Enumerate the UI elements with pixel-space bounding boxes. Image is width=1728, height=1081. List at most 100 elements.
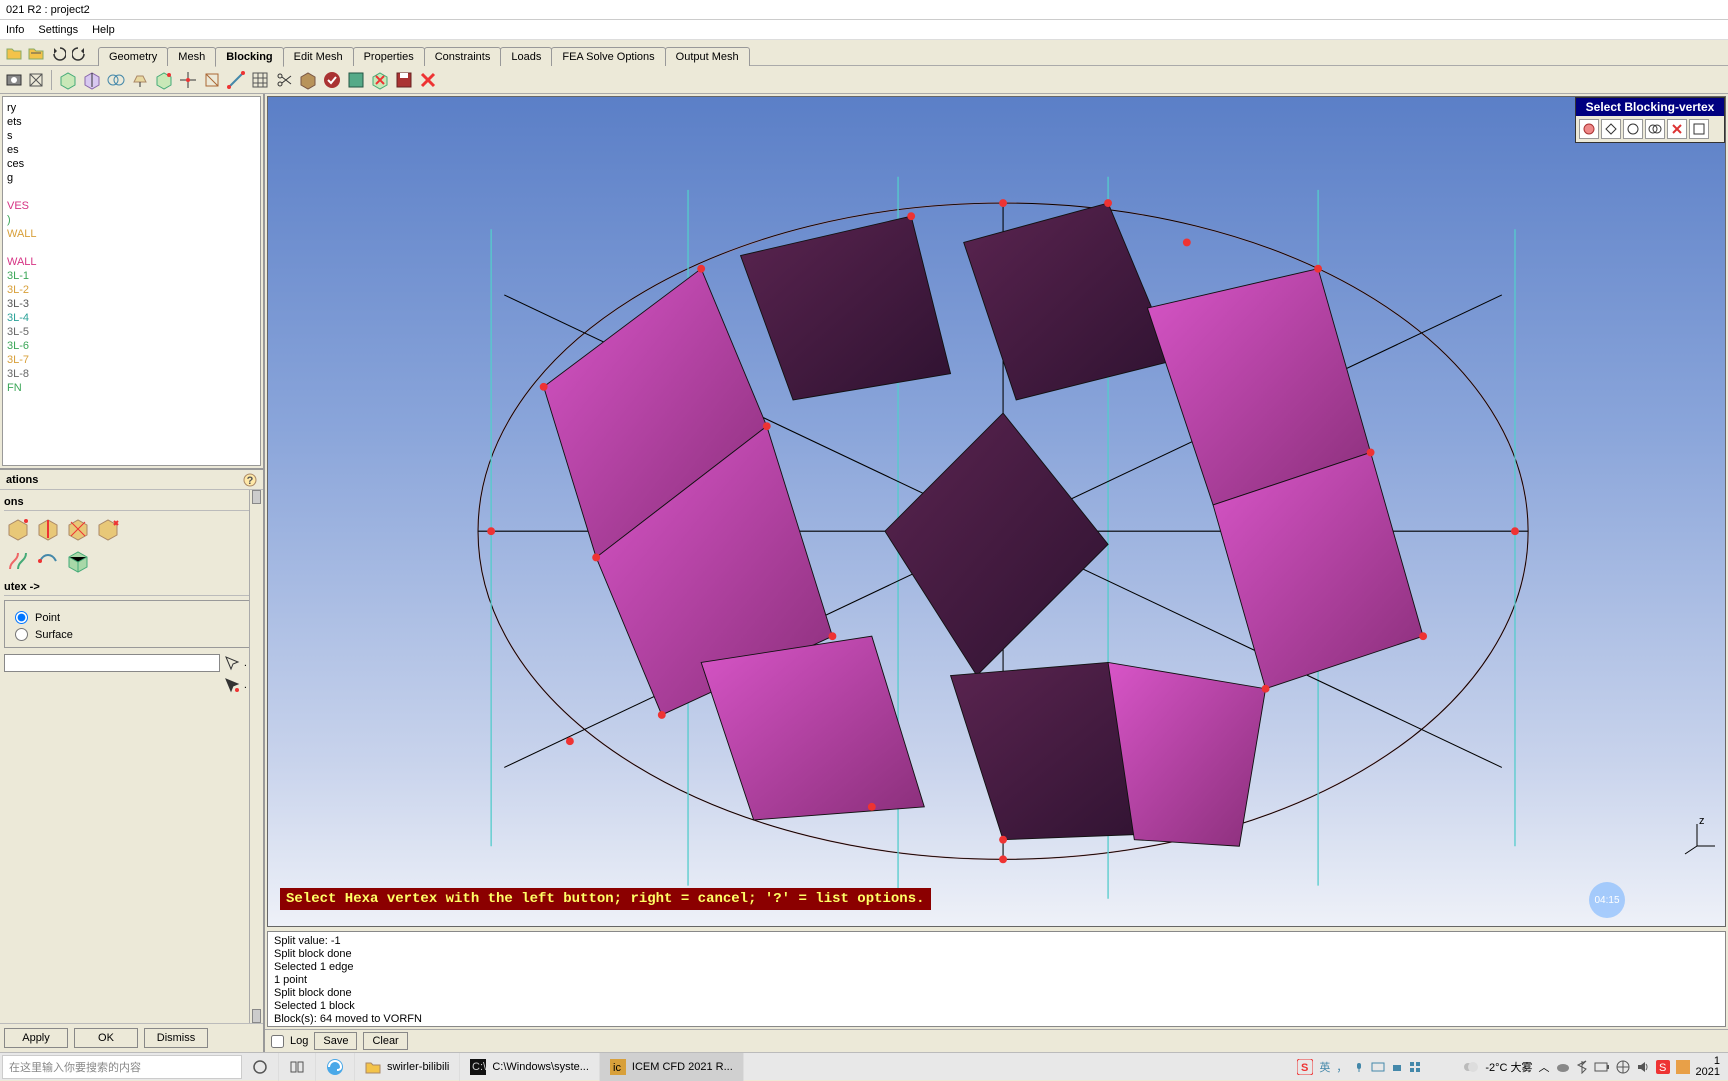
edit-edge-icon[interactable] <box>225 69 247 91</box>
ime-comma-icon[interactable]: ， <box>1336 1059 1347 1075</box>
select-poly-icon[interactable] <box>1601 119 1621 139</box>
tab-fea[interactable]: FEA Solve Options <box>551 47 665 66</box>
select-cancel-icon[interactable] <box>1667 119 1687 139</box>
scissors-icon[interactable] <box>273 69 295 91</box>
tree-item[interactable]: 3L-2 <box>5 283 258 297</box>
tree-item[interactable]: ) <box>5 213 258 227</box>
tab-geometry[interactable]: Geometry <box>98 47 168 66</box>
associate-icon[interactable] <box>153 69 175 91</box>
snap-icon[interactable] <box>64 547 92 575</box>
tree-item[interactable]: 3L-5 <box>5 325 258 339</box>
tree-item[interactable]: ry <box>5 101 258 115</box>
move-vertex-icon[interactable] <box>177 69 199 91</box>
ops-scrollbar[interactable] <box>249 490 263 1023</box>
tree-item[interactable]: ets <box>5 115 258 129</box>
tray-ime2-icon[interactable] <box>1676 1060 1690 1074</box>
tab-blocking[interactable]: Blocking <box>215 47 283 67</box>
save-log-button[interactable]: Save <box>314 1032 357 1050</box>
snapshot-icon[interactable] <box>4 70 24 90</box>
sogou-icon[interactable]: S <box>1297 1059 1313 1075</box>
undo-icon[interactable] <box>48 43 68 63</box>
log-checkbox[interactable] <box>271 1035 284 1048</box>
ime-keyboard-icon[interactable] <box>1371 1061 1385 1073</box>
block-cube-icon[interactable] <box>297 69 319 91</box>
tray-onedrive-icon[interactable] <box>1556 1060 1570 1074</box>
transform-icon[interactable] <box>201 69 223 91</box>
disassoc-icon[interactable] <box>94 515 122 543</box>
edge-icon[interactable] <box>316 1053 355 1081</box>
viewport-3d[interactable]: Select Hexa vertex with the left button;… <box>267 96 1726 927</box>
tray-network-icon[interactable] <box>1616 1060 1630 1074</box>
help-icon[interactable]: ? <box>243 473 257 487</box>
weather-text[interactable]: -2°C 大雾 <box>1485 1059 1532 1075</box>
tree-item[interactable]: FN <box>5 381 258 395</box>
vertex-input[interactable] <box>4 654 220 672</box>
delete-block-icon[interactable] <box>369 69 391 91</box>
assoc-edge-icon[interactable] <box>34 515 62 543</box>
clear-log-button[interactable]: Clear <box>363 1032 407 1050</box>
select-flood-icon[interactable] <box>1645 119 1665 139</box>
taskview-icon[interactable] <box>279 1053 316 1081</box>
select-box-icon[interactable] <box>1689 119 1709 139</box>
ime-mic-icon[interactable] <box>1353 1061 1365 1073</box>
ime-skin-icon[interactable] <box>1391 1061 1403 1073</box>
radio-surface[interactable] <box>15 628 28 641</box>
dismiss-button[interactable]: Dismiss <box>144 1028 208 1048</box>
tree-item[interactable]: WALL <box>5 255 258 269</box>
split-block-icon[interactable] <box>81 69 103 91</box>
cortana-icon[interactable] <box>242 1053 279 1081</box>
update-assoc-icon[interactable] <box>4 547 32 575</box>
apply-button[interactable]: Apply <box>4 1028 68 1048</box>
redo-icon[interactable] <box>70 43 90 63</box>
assoc-face-icon[interactable] <box>64 515 92 543</box>
tree-item[interactable]: s <box>5 129 258 143</box>
select-single-icon[interactable] <box>1579 119 1599 139</box>
quality-icon[interactable] <box>345 69 367 91</box>
tab-output[interactable]: Output Mesh <box>665 47 750 66</box>
tab-properties[interactable]: Properties <box>353 47 425 66</box>
weather-icon[interactable] <box>1463 1059 1479 1075</box>
tab-mesh[interactable]: Mesh <box>167 47 216 66</box>
ime-tools-icon[interactable] <box>1409 1061 1421 1073</box>
tree-item[interactable]: g <box>5 171 258 185</box>
ime-label[interactable]: 英 <box>1319 1059 1330 1075</box>
tree-item[interactable]: WALL <box>5 227 258 241</box>
radio-point-row[interactable]: Point <box>9 609 254 626</box>
pick-vertex-icon[interactable] <box>224 655 240 671</box>
premesh-icon[interactable] <box>249 69 271 91</box>
tree-item[interactable] <box>5 185 258 199</box>
check-icon[interactable] <box>321 69 343 91</box>
tray-sogou-icon[interactable]: S <box>1656 1060 1670 1074</box>
ok-button[interactable]: OK <box>74 1028 138 1048</box>
reset-assoc-icon[interactable] <box>34 547 62 575</box>
model-tree[interactable]: ryetssescesg VES)WALL WALL3L-13L-23L-33L… <box>2 96 261 466</box>
taskbar-explorer[interactable]: swirler-bilibili <box>355 1053 460 1081</box>
tree-item[interactable]: 3L-6 <box>5 339 258 353</box>
radio-point[interactable] <box>15 611 28 624</box>
pick-point-icon[interactable] <box>224 677 240 693</box>
tree-item[interactable]: 3L-3 <box>5 297 258 311</box>
message-console[interactable]: Split value: -1Split block doneSelected … <box>267 931 1726 1027</box>
tree-item[interactable]: es <box>5 143 258 157</box>
wireframe-icon[interactable] <box>26 70 46 90</box>
radio-surface-row[interactable]: Surface <box>9 626 254 643</box>
menu-help[interactable]: Help <box>92 24 115 36</box>
taskbar-search[interactable]: 在这里输入你要搜索的内容 <box>2 1055 242 1079</box>
tree-item[interactable]: 3L-4 <box>5 311 258 325</box>
tray-battery-icon[interactable] <box>1594 1062 1610 1072</box>
tab-constraints[interactable]: Constraints <box>424 47 502 66</box>
tray-bluetooth-icon[interactable] <box>1576 1060 1588 1074</box>
tab-editmesh[interactable]: Edit Mesh <box>283 47 354 66</box>
menu-settings[interactable]: Settings <box>38 24 78 36</box>
taskbar-cmd[interactable]: C:\ C:\Windows\syste... <box>460 1053 600 1081</box>
tab-loads[interactable]: Loads <box>500 47 552 66</box>
menu-info[interactable]: Info <box>6 24 24 36</box>
assoc-vertex-icon[interactable] <box>4 515 32 543</box>
tree-item[interactable]: VES <box>5 199 258 213</box>
open2-icon[interactable] <box>26 43 46 63</box>
tree-item[interactable]: 3L-1 <box>5 269 258 283</box>
merge-icon[interactable] <box>105 69 127 91</box>
select-circle-icon[interactable] <box>1623 119 1643 139</box>
create-block-icon[interactable] <box>57 69 79 91</box>
taskbar-icem[interactable]: ic ICEM CFD 2021 R... <box>600 1053 744 1081</box>
